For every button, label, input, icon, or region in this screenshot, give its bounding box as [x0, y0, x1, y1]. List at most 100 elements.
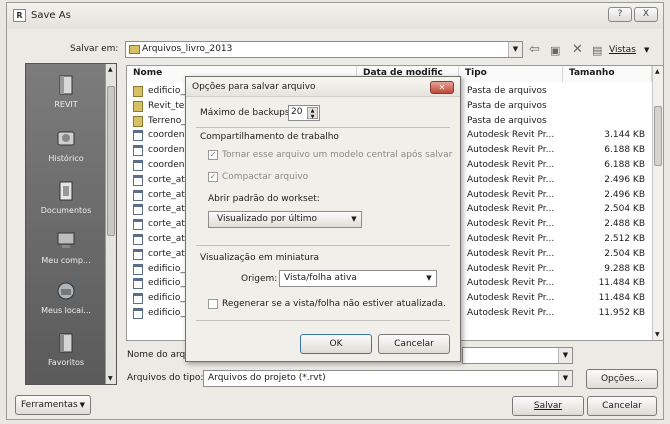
views-chevron-icon[interactable]: ▼	[644, 46, 649, 54]
file-type-cell: Pasta de arquivos	[467, 100, 547, 111]
file-list-scrollbar[interactable]: ▲ ▼	[652, 66, 663, 340]
chevron-down-icon[interactable]: ▼	[558, 348, 572, 363]
dialog-ok-button[interactable]: OK	[300, 334, 372, 354]
scroll-down-icon[interactable]: ▼	[108, 375, 113, 382]
regenerate-checkbox[interactable]	[208, 299, 218, 309]
file-type-label: Arquivos do tipo:	[127, 373, 204, 383]
scroll-down-icon[interactable]: ▼	[655, 331, 660, 338]
separator	[196, 320, 450, 321]
place-favorites[interactable]: Favoritos	[26, 332, 106, 367]
dialog-close-button[interactable]: ✕	[430, 81, 454, 94]
place-documents[interactable]: Documentos	[26, 180, 106, 215]
file-size-cell: 3.144 KB	[604, 130, 645, 141]
file-name-cell: edificio_	[148, 86, 185, 96]
title-bar: R Save As ? X	[7, 3, 663, 29]
new-folder-icon[interactable]: ▤	[592, 44, 602, 57]
revit-file-icon	[133, 145, 143, 157]
separator	[196, 127, 450, 128]
spinner-icon[interactable]: ▲ ▼	[307, 107, 318, 120]
dialog-title: Opções para salvar arquivo	[192, 82, 316, 92]
open-workset-value: Visualizado por último	[217, 214, 317, 224]
help-button[interactable]: ?	[608, 7, 632, 22]
scroll-up-icon[interactable]: ▲	[108, 66, 113, 73]
source-select[interactable]: Vista/folha ativa ▼	[279, 270, 437, 287]
file-size-cell: 2.504 KB	[604, 248, 645, 259]
file-name-cell: edificio_	[148, 308, 185, 318]
file-size-cell: 11.484 KB	[598, 278, 645, 289]
open-workset-select[interactable]: Visualizado por último ▼	[208, 211, 362, 228]
compact-checkbox[interactable]: ✓	[208, 172, 218, 182]
file-type-cell: Autodesk Revit Pr...	[467, 308, 555, 318]
chevron-down-icon[interactable]: ▼	[422, 271, 436, 286]
chevron-down-icon[interactable]: ▼	[558, 371, 572, 386]
file-size-cell: 2.496 KB	[604, 189, 645, 200]
place-revit[interactable]: REVIT	[26, 74, 106, 109]
dialog-cancel-button[interactable]: Cancelar	[378, 334, 450, 354]
file-size-cell: 6.188 KB	[604, 160, 645, 170]
options-button[interactable]: Opções...	[586, 369, 658, 389]
place-history[interactable]: Histórico	[26, 128, 106, 163]
file-type-cell: Autodesk Revit Pr...	[467, 145, 555, 156]
thumbnail-header: Visualização em miniatura	[200, 253, 320, 263]
source-label: Origem:	[241, 274, 278, 284]
chevron-down-icon[interactable]: ▼	[508, 42, 522, 57]
file-name-cell: coorden	[148, 160, 185, 170]
documents-icon	[55, 180, 77, 202]
max-backups-input[interactable]: 20 ▲ ▼	[288, 105, 320, 121]
separator	[196, 245, 450, 246]
folder-icon	[133, 86, 143, 97]
revit-file-icon	[133, 293, 143, 305]
close-window-button[interactable]: X	[634, 7, 658, 22]
cancel-button[interactable]: Cancelar	[587, 396, 657, 416]
file-name-cell: coorden	[148, 145, 185, 156]
chevron-down-icon[interactable]: ▼	[347, 212, 361, 227]
file-list-scroll-thumb[interactable]	[654, 106, 662, 166]
file-name-cell: Terreno_	[148, 115, 186, 126]
places-scroll-thumb[interactable]	[107, 86, 115, 236]
file-size-cell: 2.512 KB	[604, 234, 645, 244]
back-arrow-icon[interactable]: ⇦	[529, 42, 540, 57]
file-name-cell: corte_at	[148, 219, 185, 230]
max-backups-value: 20	[291, 107, 303, 117]
place-network[interactable]: Meus locai...	[26, 280, 106, 315]
file-type-select[interactable]: Arquivos do projeto (*.rvt) ▼	[203, 370, 573, 387]
file-name-cell: corte_at	[148, 248, 185, 259]
save-in-combo[interactable]: Arquivos_livro_2013 ▼	[125, 41, 523, 58]
max-backups-label: Máximo de backups:	[200, 108, 293, 118]
save-button[interactable]: Salvar	[512, 396, 584, 416]
revit-folder-icon	[55, 74, 77, 96]
folder-icon	[133, 100, 143, 112]
file-name-cell: corte_at	[148, 204, 185, 215]
delete-icon[interactable]: ✕	[572, 42, 583, 57]
revit-file-icon	[133, 308, 143, 319]
column-header-size[interactable]: Tamanho	[563, 66, 652, 82]
scroll-up-icon[interactable]: ▲	[655, 68, 660, 75]
make-central-label: Tornar esse arquivo um modelo central ap…	[222, 150, 453, 160]
file-size-cell: 2.496 KB	[604, 174, 645, 185]
revit-file-icon	[133, 234, 143, 245]
file-name-cell: corte_at	[148, 174, 185, 185]
source-value: Vista/folha ativa	[284, 273, 357, 283]
history-icon	[55, 128, 77, 150]
file-name-input[interactable]: ▼	[462, 347, 573, 364]
up-folder-icon[interactable]: ▣	[550, 44, 560, 57]
file-name-cell: corte_at	[148, 234, 185, 244]
file-name-cell: edificio_	[148, 278, 185, 289]
compact-label: Compactar arquivo	[222, 172, 309, 182]
revit-file-icon	[133, 189, 143, 201]
file-type-cell: Autodesk Revit Pr...	[467, 160, 555, 170]
chevron-down-icon: ▼	[79, 401, 85, 409]
place-my-computer[interactable]: Meu comp...	[26, 230, 106, 265]
network-places-icon	[55, 280, 77, 302]
column-header-type[interactable]: Tipo	[459, 66, 563, 82]
places-scrollbar[interactable]: ▲ ▼	[105, 64, 116, 384]
make-central-checkbox[interactable]: ✓	[208, 150, 218, 160]
computer-icon	[55, 230, 77, 252]
revit-file-icon	[133, 204, 143, 216]
file-type-cell: Autodesk Revit Pr...	[467, 278, 555, 289]
views-menu[interactable]: Vistas	[609, 45, 636, 55]
file-type-cell: Pasta de arquivos	[467, 115, 547, 126]
place-label: Favoritos	[47, 358, 85, 367]
file-name-cell: Revit_te	[148, 100, 185, 111]
tools-button[interactable]: Ferramentas ▼	[15, 395, 91, 415]
